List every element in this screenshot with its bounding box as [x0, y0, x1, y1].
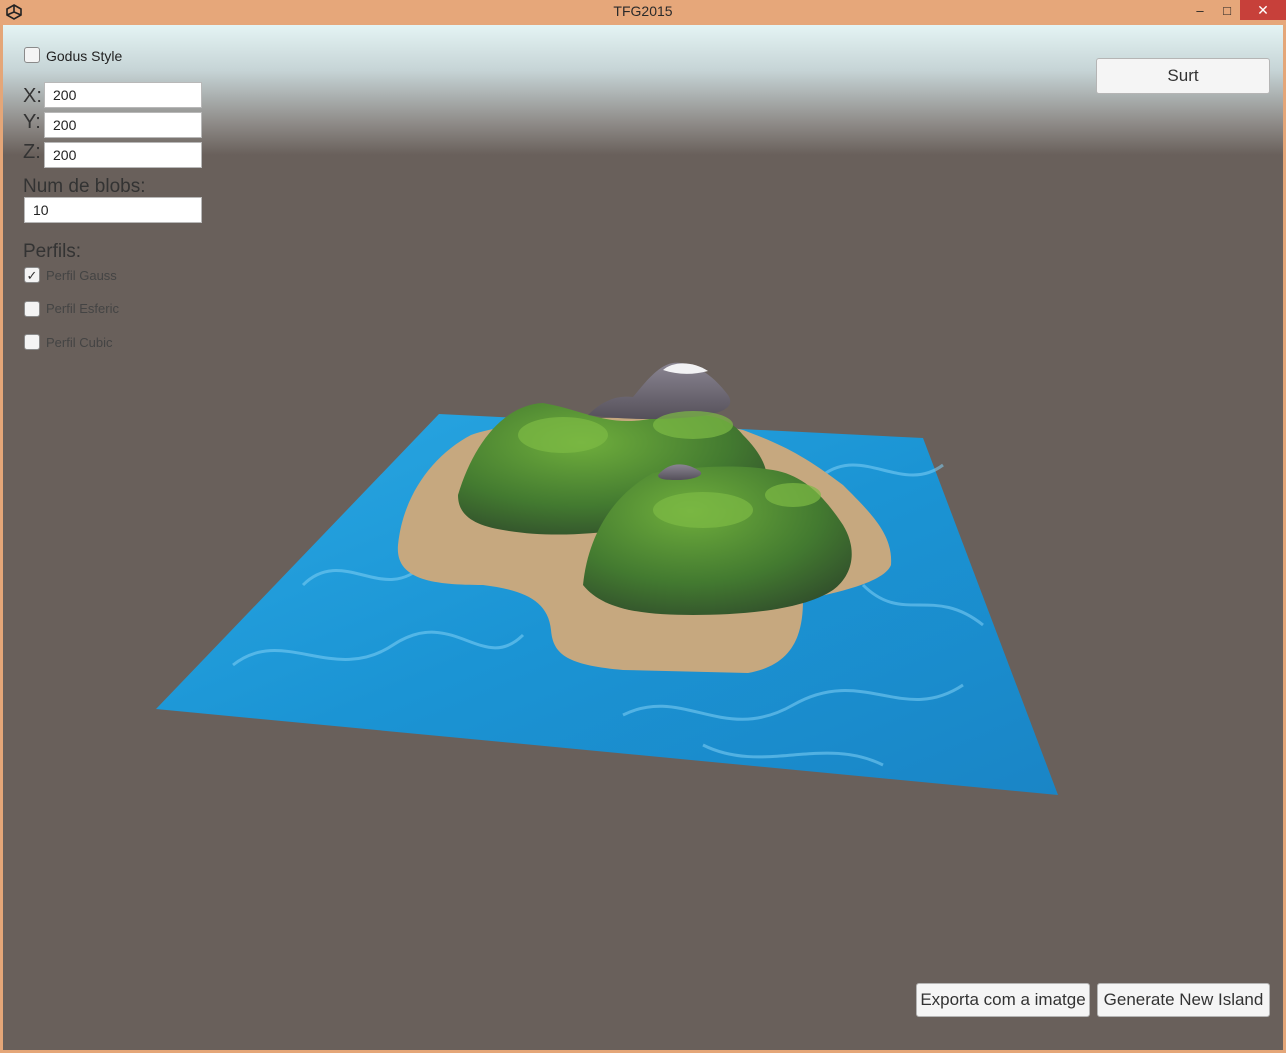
checkmark-icon: ✓ [26, 267, 38, 283]
esferic-profile-checkbox[interactable] [24, 301, 40, 317]
blobs-field[interactable] [24, 197, 202, 223]
blobs-label: Num de blobs: [23, 176, 146, 197]
y-field[interactable] [44, 112, 202, 138]
godus-style-label: Godus Style [46, 48, 123, 64]
x-field[interactable] [44, 82, 202, 108]
generate-island-button[interactable]: Generate New Island [1097, 983, 1270, 1017]
x-label: X: [23, 85, 42, 107]
z-field[interactable] [44, 142, 202, 168]
profiles-heading: Perfils: [23, 241, 82, 262]
mountain-peak [588, 362, 731, 420]
exit-button[interactable]: Surt [1096, 58, 1270, 94]
esferic-profile-label: Perfil Esferic [46, 301, 119, 316]
cubic-profile-checkbox[interactable] [24, 334, 40, 350]
title-bar: TFG2015 – □ ✕ [0, 0, 1286, 25]
cubic-profile-label: Perfil Cubic [46, 335, 113, 350]
gauss-profile-checkbox[interactable]: ✓ [24, 267, 40, 283]
minimize-button[interactable]: – [1186, 0, 1214, 20]
godus-style-checkbox[interactable] [24, 47, 40, 63]
island-scene [156, 362, 1058, 795]
gauss-profile-label: Perfil Gauss [46, 268, 117, 283]
close-button[interactable]: ✕ [1240, 0, 1286, 20]
window-title: TFG2015 [613, 3, 673, 19]
y-label: Y: [23, 111, 41, 133]
maximize-button[interactable]: □ [1214, 0, 1240, 20]
z-label: Z: [23, 141, 41, 163]
game-viewport[interactable]: Godus Style X: Y: Z: Num de blobs: Perfi… [3, 25, 1283, 1050]
export-image-button[interactable]: Exporta com a imatge [916, 983, 1090, 1017]
